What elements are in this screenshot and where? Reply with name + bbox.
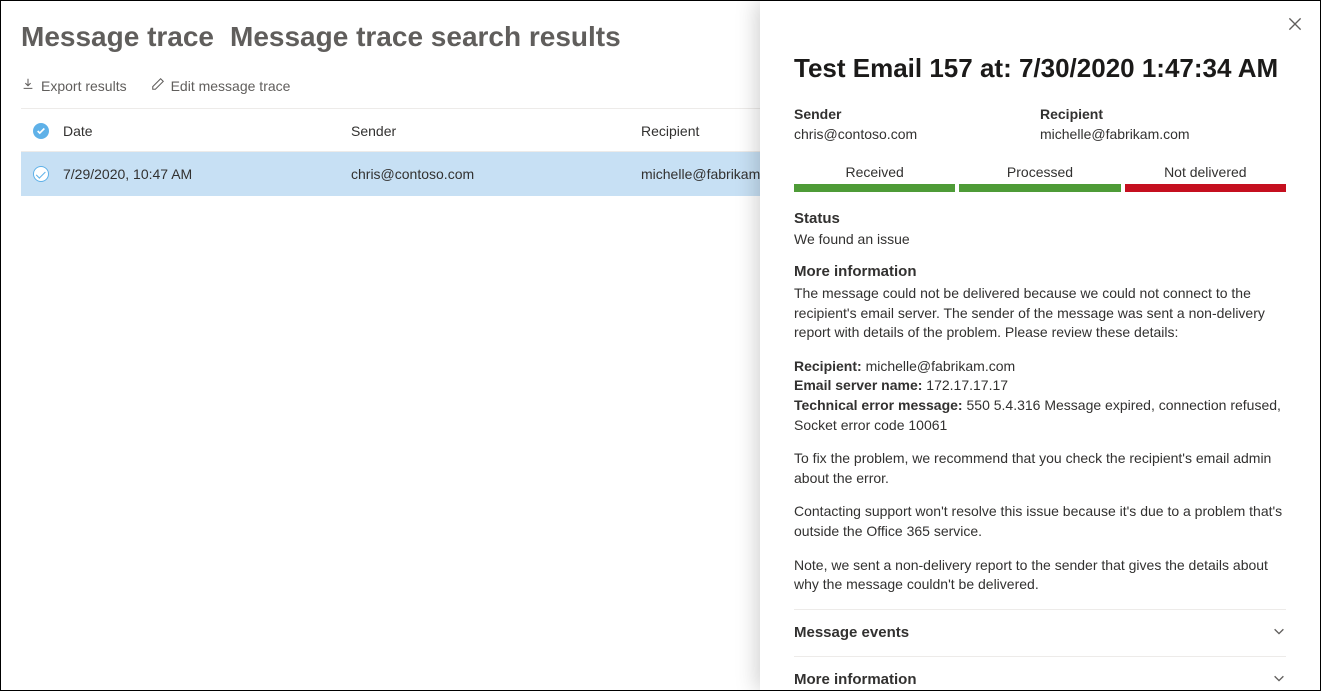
export-results-button[interactable]: Export results xyxy=(21,77,127,94)
detail-recipient-value: michelle@fabrikam.com xyxy=(866,358,1016,374)
sender-recipient-row: Sender chris@contoso.com Recipient miche… xyxy=(794,106,1286,142)
stage-not-delivered-label: Not delivered xyxy=(1125,164,1286,180)
column-header-sender[interactable]: Sender xyxy=(351,123,641,139)
stage-not-delivered: Not delivered xyxy=(1125,164,1286,192)
column-header-date[interactable]: Date xyxy=(61,123,351,139)
select-all-checkbox[interactable] xyxy=(21,123,61,139)
row-checkbox[interactable] xyxy=(21,166,61,182)
edit-message-trace-label: Edit message trace xyxy=(171,78,291,94)
detail-server-value: 172.17.17.17 xyxy=(926,377,1008,393)
recipient-label: Recipient xyxy=(1040,106,1286,122)
more-information-expander[interactable]: More information xyxy=(794,656,1286,690)
fix-recommendation: To fix the problem, we recommend that yo… xyxy=(794,449,1286,488)
check-circle-icon xyxy=(33,123,49,139)
sender-value: chris@contoso.com xyxy=(794,126,1040,142)
detail-server-label: Email server name: xyxy=(794,377,922,393)
edit-icon xyxy=(151,77,165,94)
breadcrumb-root[interactable]: Message trace xyxy=(21,21,214,53)
sender-label: Sender xyxy=(794,106,1040,122)
download-icon xyxy=(21,77,35,94)
support-note: Contacting support won't resolve this is… xyxy=(794,502,1286,541)
panel-title: Test Email 157 at: 7/30/2020 1:47:34 AM xyxy=(794,53,1286,84)
chevron-down-icon xyxy=(1272,671,1286,689)
stage-not-delivered-bar xyxy=(1125,184,1286,192)
sender-block: Sender chris@contoso.com xyxy=(794,106,1040,142)
stage-processed-label: Processed xyxy=(959,164,1120,180)
stage-received-bar xyxy=(794,184,955,192)
stage-processed-bar xyxy=(959,184,1120,192)
edit-message-trace-button[interactable]: Edit message trace xyxy=(151,77,291,94)
stage-received: Received xyxy=(794,164,955,192)
status-label: Status xyxy=(794,210,1286,227)
status-value: We found an issue xyxy=(794,231,1286,247)
check-circle-outline-icon xyxy=(33,166,49,182)
more-information-expander-label: More information xyxy=(794,671,917,688)
close-icon xyxy=(1286,20,1304,36)
detail-panel: Test Email 157 at: 7/30/2020 1:47:34 AM … xyxy=(760,1,1320,690)
cell-date: 7/29/2020, 10:47 AM xyxy=(61,166,351,182)
more-information-intro: The message could not be delivered becau… xyxy=(794,284,1286,343)
recipient-block: Recipient michelle@fabrikam.com xyxy=(1040,106,1286,142)
more-information-label: More information xyxy=(794,263,1286,280)
detail-block: Recipient: michelle@fabrikam.com Email s… xyxy=(794,357,1286,435)
cell-sender: chris@contoso.com xyxy=(351,166,641,182)
recipient-value: michelle@fabrikam.com xyxy=(1040,126,1286,142)
message-events-expander[interactable]: Message events xyxy=(794,609,1286,656)
delivery-stages: Received Processed Not delivered xyxy=(794,164,1286,192)
detail-recipient-label: Recipient: xyxy=(794,358,862,374)
message-events-label: Message events xyxy=(794,624,909,641)
stage-processed: Processed xyxy=(959,164,1120,192)
breadcrumb-current: Message trace search results xyxy=(230,21,621,53)
ndr-note: Note, we sent a non-delivery report to t… xyxy=(794,556,1286,595)
stage-received-label: Received xyxy=(794,164,955,180)
detail-tech-label: Technical error message: xyxy=(794,397,963,413)
close-button[interactable] xyxy=(1286,15,1304,36)
chevron-down-icon xyxy=(1272,624,1286,642)
export-results-label: Export results xyxy=(41,78,127,94)
